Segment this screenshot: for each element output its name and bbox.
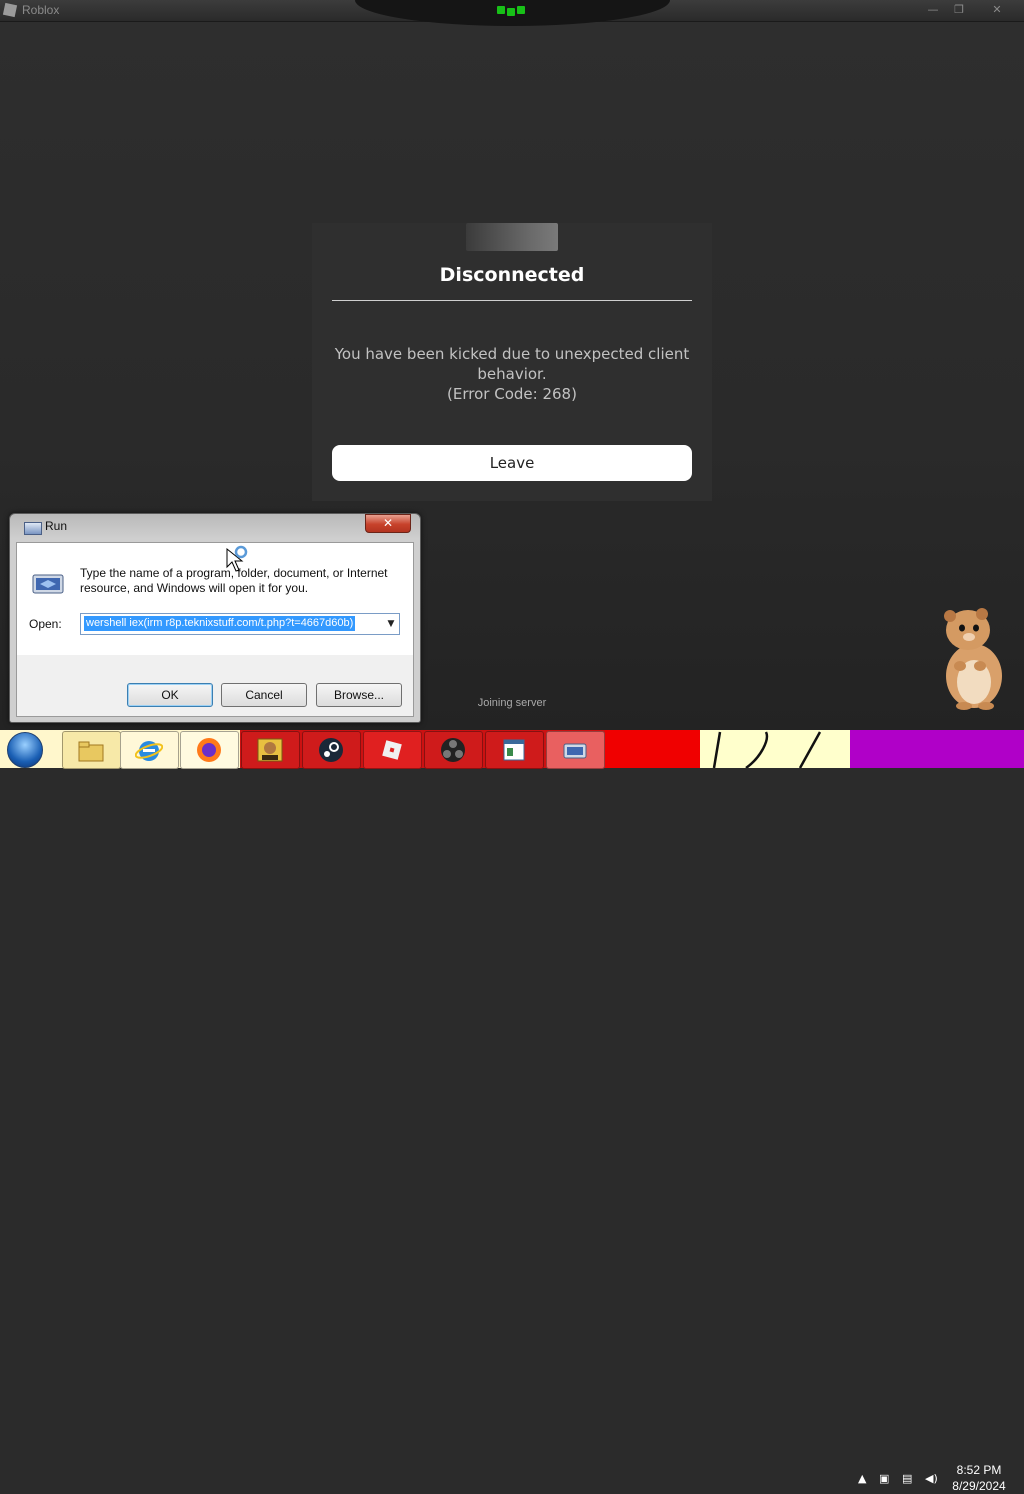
close-button[interactable]: ✕ xyxy=(984,2,1010,18)
open-input[interactable]: wershell iex(irm r8p.teknixstuff.com/t.p… xyxy=(80,613,400,635)
browse-button[interactable]: Browse... xyxy=(316,683,402,707)
kick-message: You have been kicked due to unexpected c… xyxy=(334,345,690,383)
start-button[interactable] xyxy=(7,732,43,768)
cancel-button[interactable]: Cancel xyxy=(221,683,307,707)
taskbar-steam[interactable] xyxy=(302,731,361,769)
leave-button[interactable]: Leave xyxy=(332,445,692,481)
minimize-button[interactable]: — xyxy=(920,2,946,18)
run-title-icon xyxy=(24,522,42,535)
sandboxie-icon xyxy=(257,738,283,762)
run-dialog: Run ✕ Type the name of a program, folder… xyxy=(9,513,421,723)
volume-icon[interactable]: ◀) xyxy=(925,1472,938,1485)
busy-cursor-icon xyxy=(226,545,248,572)
hamster-sticker-image xyxy=(944,608,1002,710)
run-body: Type the name of a program, folder, docu… xyxy=(16,542,414,656)
maximize-button[interactable]: ❐ xyxy=(946,2,972,18)
tray-expand-icon[interactable]: ▲ xyxy=(858,1472,866,1485)
taskbar-run[interactable] xyxy=(546,731,605,769)
run-program-icon xyxy=(32,574,64,594)
taskbar-obs[interactable] xyxy=(424,731,483,769)
tray-network-icon[interactable]: ▤ xyxy=(902,1472,912,1485)
obs-icon xyxy=(441,738,465,762)
taskbar-notepad[interactable] xyxy=(485,731,544,769)
open-input-value[interactable]: wershell iex(irm r8p.teknixstuff.com/t.p… xyxy=(84,616,356,631)
taskbar-sandboxie[interactable] xyxy=(241,731,300,769)
clock[interactable]: 8:52 PM 8/29/2024 xyxy=(944,1462,1014,1494)
dropdown-arrow-icon[interactable]: ▼ xyxy=(383,614,399,634)
modal-header-image xyxy=(466,223,558,251)
roblox-icon xyxy=(2,2,18,18)
clock-date: 8/29/2024 xyxy=(952,1479,1006,1493)
taskbar-internet-explorer[interactable] xyxy=(120,731,179,769)
wallpaper-doodle xyxy=(712,731,822,768)
roblox-icon xyxy=(382,740,402,760)
taskbar-file-explorer[interactable] xyxy=(62,731,121,769)
tray-device-icon[interactable]: ▣ xyxy=(879,1472,889,1485)
signal-indicator-icon xyxy=(497,6,529,16)
internet-explorer-icon xyxy=(135,741,163,761)
taskbar-roblox[interactable] xyxy=(363,731,422,769)
open-label: Open: xyxy=(29,617,62,631)
joining-status: Joining server xyxy=(477,697,547,709)
taskbar-firefox[interactable] xyxy=(180,731,239,769)
notepad-icon xyxy=(503,739,525,761)
firefox-icon xyxy=(197,738,221,762)
steam-icon xyxy=(319,738,343,762)
modal-title: Disconnected xyxy=(439,264,585,286)
clock-time: 8:52 PM xyxy=(956,1463,1002,1477)
modal-message-block: You have been kicked due to unexpected c… xyxy=(332,344,692,404)
error-code: (Error Code: 268) xyxy=(447,385,577,403)
run-icon xyxy=(563,743,587,759)
ok-button[interactable]: OK xyxy=(127,683,213,707)
top-bar-notch xyxy=(355,0,670,26)
run-footer: OK Cancel Browse... xyxy=(16,655,414,717)
folder-icon xyxy=(78,741,104,762)
window-title: Roblox xyxy=(22,3,60,17)
run-close-button[interactable]: ✕ xyxy=(365,514,411,533)
modal-divider xyxy=(332,300,692,301)
taskbar: ▲ ▣ ▤ ◀) 8:52 PM 8/29/2024 xyxy=(0,730,1024,1493)
run-title: Run xyxy=(45,519,68,533)
